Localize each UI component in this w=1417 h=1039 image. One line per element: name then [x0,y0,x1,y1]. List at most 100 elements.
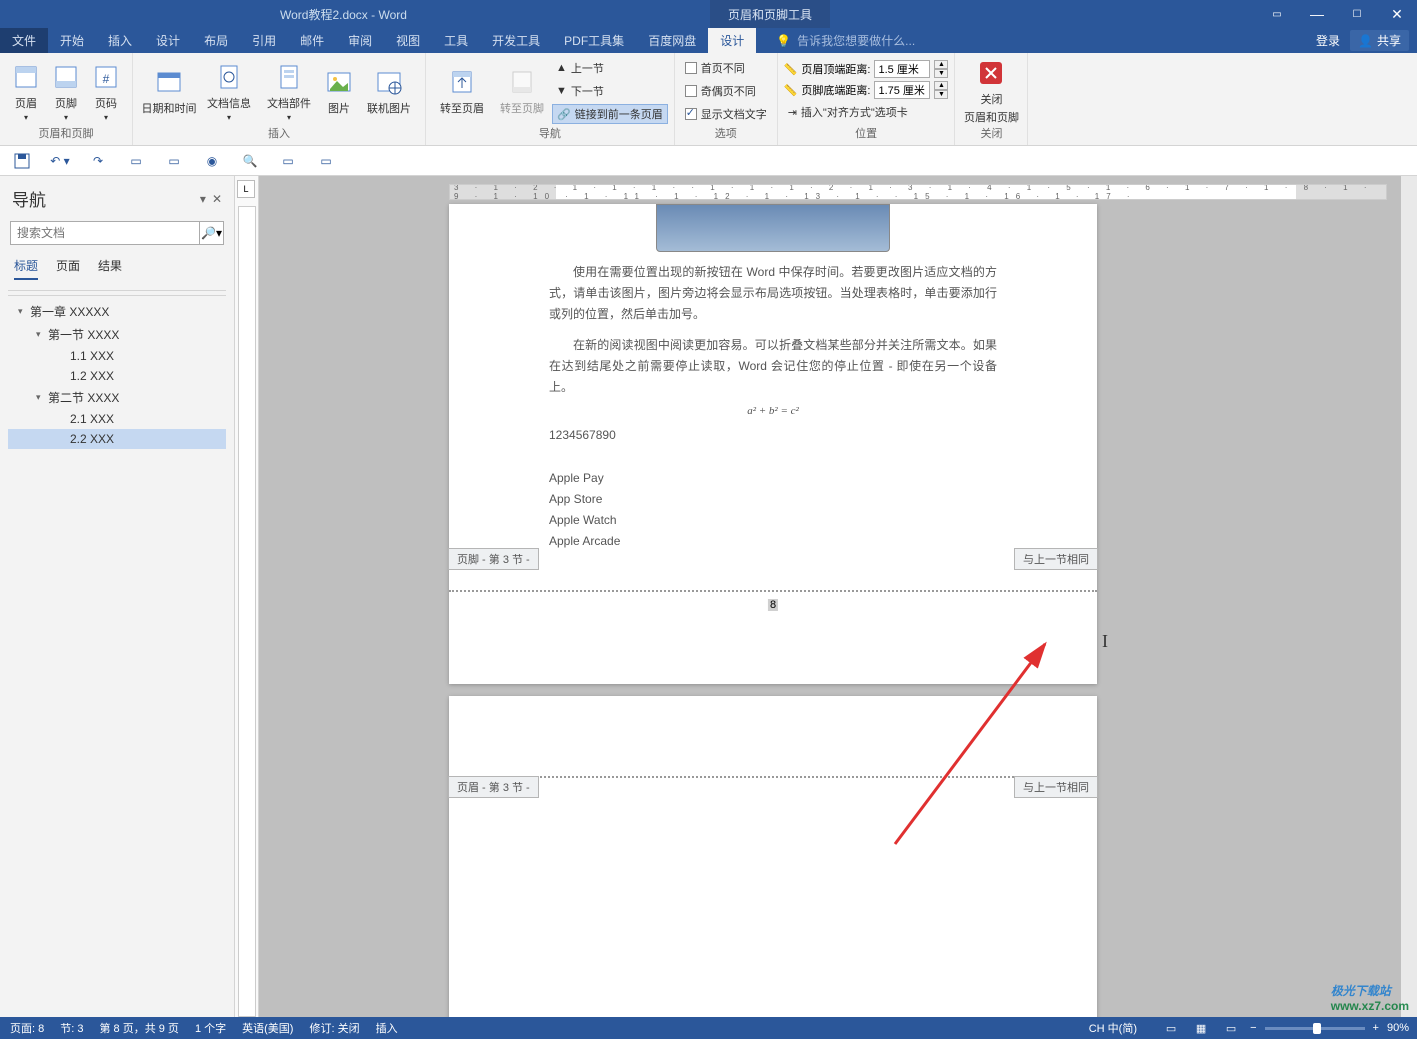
next-section-button[interactable]: ▼下一节 [552,81,668,101]
qat-button[interactable]: ▭ [316,151,336,171]
tab-design[interactable]: 设计 [144,28,192,53]
footer-from-bottom-input[interactable] [874,81,930,99]
caret-icon[interactable]: ▾ [36,392,44,403]
different-first-page-checkbox[interactable]: 首页不同 [681,58,771,78]
goto-footer-button[interactable]: 转至页脚 [492,57,552,125]
close-button[interactable]: ✕ [1377,0,1417,28]
tree-item[interactable]: ▾第一节 XXXX [8,323,226,346]
zoom-in-button[interactable]: + [1373,1022,1379,1034]
tree-item[interactable]: 2.2 XXX [8,429,226,449]
navpane-tab-pages[interactable]: 页面 [56,257,80,280]
qat-button[interactable]: ◉ [202,151,222,171]
qat-button[interactable]: ▭ [278,151,298,171]
vertical-ruler[interactable] [238,206,256,1017]
status-word-count[interactable]: 1 个字 [195,1020,226,1036]
caret-icon[interactable]: ▾ [18,306,26,317]
status-insert-mode[interactable]: 插入 [376,1020,398,1036]
tab-mailings[interactable]: 邮件 [288,28,336,53]
tab-developer[interactable]: 开发工具 [480,28,552,53]
tree-item[interactable]: ▾第二节 XXXX [8,386,226,409]
read-mode-icon[interactable]: ▭ [1160,1020,1182,1036]
link-to-previous-button[interactable]: 🔗链接到前一条页眉 [552,104,668,124]
caret-icon[interactable]: ▾ [36,329,44,340]
header-from-top-field[interactable]: 📏 页眉顶端距离: ▲▼ [784,60,949,78]
search-input[interactable] [11,222,199,244]
page-8[interactable]: 使用在需要位置出现的新按钮在 Word 中保存时间。若要更改图片适应文档的方式，… [449,204,1097,684]
tree-item[interactable]: 1.2 XXX [8,366,226,386]
tell-me-search[interactable]: 💡 告诉我您想要做什么... [776,32,915,49]
horizontal-ruler[interactable]: 3 · 1 · 2 · 1 · 1 · 1 · · 1 · 1 · 1 · 2 … [449,184,1387,200]
minimize-button[interactable]: — [1297,0,1337,28]
previous-section-button[interactable]: ▲上一节 [552,58,668,78]
zoom-out-button[interactable]: − [1250,1022,1256,1034]
zoom-percent[interactable]: 90% [1387,1022,1409,1034]
spin-up-icon[interactable]: ▲ [934,81,948,90]
close-header-footer-button[interactable]: 关闭 页眉和页脚 [961,57,1021,125]
share-button[interactable]: 👤 共享 [1350,30,1409,51]
formula-text: a² + b² = c² [549,402,997,421]
zoom-slider[interactable] [1265,1027,1365,1030]
tree-item[interactable]: 2.1 XXX [8,409,226,429]
print-layout-icon[interactable]: ▦ [1190,1020,1212,1036]
header-from-top-input[interactable] [874,60,930,78]
tab-pdf[interactable]: PDF工具集 [552,28,636,53]
vertical-scrollbar[interactable] [1401,176,1417,1017]
navpane-tab-results[interactable]: 结果 [98,257,122,280]
navpane-tab-headings[interactable]: 标题 [14,257,38,280]
show-document-text-checkbox[interactable]: 显示文档文字 [681,104,771,124]
tab-file[interactable]: 文件 [0,28,48,53]
insert-alignment-tab-button[interactable]: ⇥插入"对齐方式"选项卡 [784,102,949,122]
tab-insert[interactable]: 插入 [96,28,144,53]
document-info-button[interactable]: 文档信息▾ [199,57,259,125]
tab-references[interactable]: 引用 [240,28,288,53]
status-page-of[interactable]: 第 8 页，共 9 页 [99,1020,178,1036]
navpane-close-icon[interactable]: ✕ [212,192,222,206]
status-section[interactable]: 节: 3 [60,1020,83,1036]
qat-button[interactable]: 🔍 [240,151,260,171]
ribbon-display-icon[interactable]: ▭ [1257,0,1297,28]
page-9[interactable]: 页眉 - 第 3 节 - 与上一节相同 [449,696,1097,1017]
navpane-dropdown-icon[interactable]: ▾ [200,192,206,206]
page-number-field[interactable]: 8 [768,599,778,611]
footer-from-bottom-field[interactable]: 📏 页脚底端距离: ▲▼ [784,81,949,99]
maximize-button[interactable]: ☐ [1337,0,1377,28]
tab-baidu[interactable]: 百度网盘 [636,28,708,53]
date-time-button[interactable]: 日期和时间 [139,57,199,125]
tree-item[interactable]: 1.1 XXX [8,346,226,366]
zoom-slider-thumb[interactable] [1313,1023,1321,1034]
tab-tools[interactable]: 工具 [432,28,480,53]
status-page[interactable]: 页面: 8 [10,1020,44,1036]
status-track-changes[interactable]: 修订: 关闭 [309,1020,359,1036]
goto-header-button[interactable]: 转至页眉 [432,57,492,125]
save-button[interactable] [12,151,32,171]
different-odd-even-checkbox[interactable]: 奇偶页不同 [681,81,771,101]
page-number-button[interactable]: # 页码▾ [86,57,126,125]
qat-button[interactable]: ▭ [164,151,184,171]
quick-access-toolbar: ↶ ▾ ↷ ▭ ▭ ◉ 🔍 ▭ ▭ [0,146,1417,176]
search-icon[interactable]: 🔎▾ [199,222,223,244]
footer-button[interactable]: 页脚▾ [46,57,86,125]
login-link[interactable]: 登录 [1316,32,1340,49]
spin-down-icon[interactable]: ▼ [934,69,948,78]
spin-down-icon[interactable]: ▼ [934,90,948,99]
tab-review[interactable]: 审阅 [336,28,384,53]
web-layout-icon[interactable]: ▭ [1220,1020,1242,1036]
tab-selector[interactable]: L [237,180,255,198]
tab-home[interactable]: 开始 [48,28,96,53]
qat-button[interactable]: ▭ [126,151,146,171]
online-pictures-button[interactable]: 联机图片 [359,57,419,125]
navpane-search[interactable]: 🔎▾ [10,221,224,245]
status-language[interactable]: 英语(美国) [242,1020,293,1036]
document-parts-button[interactable]: 文档部件▾ [259,57,319,125]
header-button[interactable]: 页眉▾ [6,57,46,125]
header-boundary [449,776,1097,778]
undo-button[interactable]: ↶ ▾ [50,151,70,171]
footer-section-label: 页脚 - 第 3 节 - [448,548,539,570]
tab-view[interactable]: 视图 [384,28,432,53]
spin-up-icon[interactable]: ▲ [934,60,948,69]
picture-button[interactable]: 图片 [319,57,359,125]
redo-button[interactable]: ↷ [88,151,108,171]
tab-layout[interactable]: 布局 [192,28,240,53]
tab-hf-design[interactable]: 设计 [708,28,756,53]
tree-item[interactable]: ▾第一章 XXXXX [8,300,226,323]
